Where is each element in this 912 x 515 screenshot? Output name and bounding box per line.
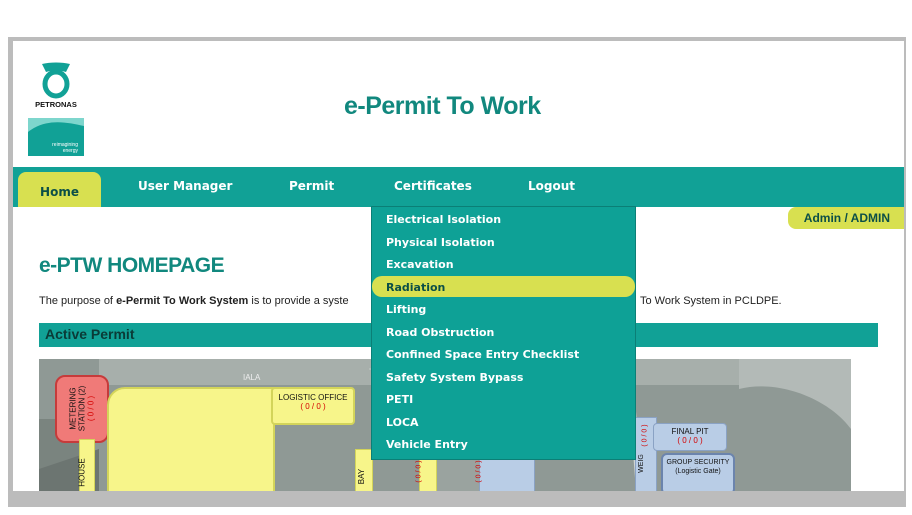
vertical-count-b: ( 0 / 0 ) — [475, 460, 483, 483]
logistic-title: LOGISTIC OFFICE — [278, 393, 348, 402]
final-pit-title: FINAL PIT — [671, 427, 709, 436]
metering-title: METERING STATION (2) — [68, 385, 87, 432]
menu-item-vehicle-entry[interactable]: Vehicle Entry — [386, 438, 468, 451]
zone-house[interactable]: HOUSE — [77, 439, 95, 491]
browser-frame: PETRONAS reimagining energy e-Permit To … — [8, 37, 906, 507]
nav-certificates[interactable]: Certificates — [394, 179, 472, 193]
description-prefix: The purpose of — [39, 295, 117, 307]
nav-user-manager[interactable]: User Manager — [138, 179, 232, 193]
petronas-logo: PETRONAS reimagining energy — [28, 60, 84, 156]
petronas-logo-icon: PETRONAS reimagining energy — [28, 60, 84, 156]
zone-metering-station[interactable]: METERING STATION (2) ( 0 / 0 ) — [55, 375, 109, 443]
bay-label: BAY — [357, 468, 367, 485]
main-nav: Home User Manager Permit Certificates Lo… — [13, 167, 904, 207]
menu-item-confined-space[interactable]: Confined Space Entry Checklist — [386, 348, 579, 361]
svg-text:energy: energy — [63, 148, 79, 154]
zone-logistic-office[interactable]: LOGISTIC OFFICE ( 0 / 0 ) — [271, 387, 355, 425]
page: PETRONAS reimagining energy e-Permit To … — [13, 41, 904, 491]
menu-item-safety-system-bypass[interactable]: Safety System Bypass — [386, 371, 523, 384]
app-title: e-Permit To Work — [344, 92, 541, 120]
ala-label: IALA — [243, 373, 261, 382]
menu-item-physical-isolation[interactable]: Physical Isolation — [386, 236, 495, 249]
svg-text:PETRONAS: PETRONAS — [35, 100, 77, 109]
description-suffix: is to provide a syste — [248, 295, 349, 307]
zone-main-yellow[interactable] — [107, 387, 275, 491]
active-permit-label: Active Permit — [45, 326, 135, 342]
menu-item-loca[interactable]: LOCA — [386, 416, 419, 429]
group-security-title: GROUP SECURITY — [666, 459, 730, 466]
logistic-count: ( 0 / 0 ) — [300, 402, 326, 411]
final-pit-count: ( 0 / 0 ) — [677, 436, 703, 445]
user-badge: Admin / ADMIN — [787, 207, 904, 229]
menu-item-radiation[interactable]: Radiation — [386, 281, 445, 294]
weig-label: WEIG — [637, 454, 645, 473]
vertical-count-c: ( 0 / 0 ) — [641, 424, 649, 447]
vertical-count-a: ( 0 / 0 ) — [415, 460, 423, 483]
zone-group-security[interactable]: GROUP SECURITY (Logistic Gate) — [661, 453, 735, 491]
page-heading: e-PTW HOMEPAGE — [39, 254, 225, 277]
description-bold: e-Permit To Work System — [116, 295, 249, 307]
house-label: HOUSE — [77, 458, 87, 487]
menu-item-lifting[interactable]: Lifting — [386, 303, 426, 316]
menu-item-road-obstruction[interactable]: Road Obstruction — [386, 326, 494, 339]
menu-item-electrical-isolation[interactable]: Electrical Isolation — [386, 213, 501, 226]
nav-logout[interactable]: Logout — [528, 179, 575, 193]
description-tail: To Work System in PCLDPE. — [640, 295, 782, 307]
metering-count: ( 0 / 0 ) — [86, 395, 96, 422]
certificates-dropdown: Electrical Isolation Physical Isolation … — [371, 206, 636, 460]
menu-item-excavation[interactable]: Excavation — [386, 258, 454, 271]
header: PETRONAS reimagining energy e-Permit To … — [13, 41, 904, 167]
nav-home[interactable]: Home — [18, 172, 101, 207]
menu-item-peti[interactable]: PETI — [386, 393, 413, 406]
nav-permit[interactable]: Permit — [289, 179, 334, 193]
group-security-sub: (Logistic Gate) — [675, 468, 721, 475]
zone-final-pit[interactable]: FINAL PIT ( 0 / 0 ) — [653, 423, 727, 451]
